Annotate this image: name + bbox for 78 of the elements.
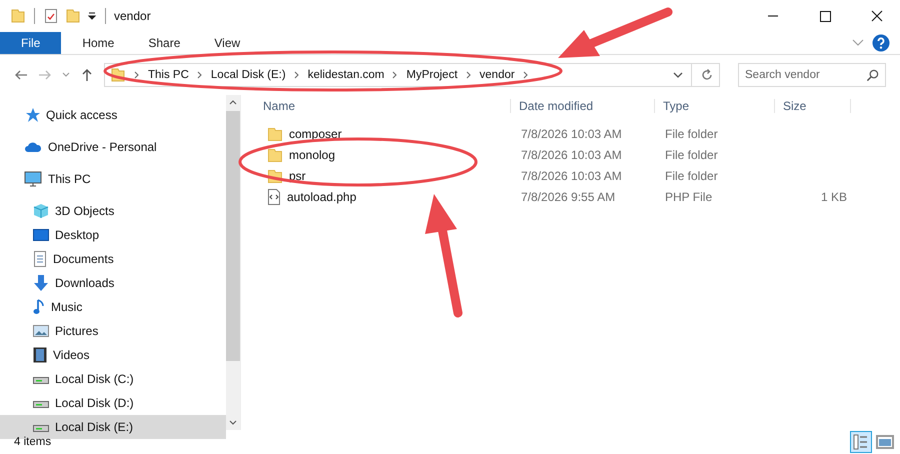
music-note-icon (33, 299, 45, 315)
window-title: vendor (114, 9, 151, 23)
ribbon-tab[interactable]: Home (69, 32, 128, 54)
recent-dropdown-icon[interactable] (62, 72, 70, 78)
drive-icon (33, 398, 49, 408)
chevron-icon[interactable] (522, 71, 529, 79)
chevron-icon[interactable] (196, 71, 203, 79)
breadcrumb[interactable]: MyProject (406, 69, 458, 81)
expand-ribbon-icon[interactable] (852, 39, 864, 47)
sidebar-item[interactable]: Pictures (0, 319, 226, 343)
document-icon (33, 251, 47, 267)
breadcrumb[interactable]: vendor (480, 69, 515, 81)
drive-icon (33, 374, 49, 384)
column-header[interactable]: Type (655, 99, 775, 113)
chevron-icon[interactable] (392, 71, 398, 79)
pictures-icon (33, 324, 49, 338)
star-icon (24, 107, 40, 123)
type-cell-text: File folder (664, 148, 719, 162)
sidebar-item[interactable]: Downloads (0, 271, 226, 295)
breadcrumb[interactable]: Local Disk (E:) (210, 69, 286, 81)
help-icon[interactable] (872, 34, 890, 52)
cube-icon (33, 203, 49, 219)
sidebar-item[interactable]: Music (0, 295, 226, 319)
search-icon (866, 69, 879, 82)
cloud-icon (24, 141, 42, 153)
dropdown-icon[interactable] (87, 11, 97, 21)
column-header[interactable]: Date modified (511, 99, 655, 113)
properties-icon[interactable] (43, 8, 59, 24)
item-count: 4 items (14, 436, 52, 448)
chevron-icon[interactable] (134, 71, 140, 79)
date-cell-text: 7/8/2026 9:55 AM (520, 190, 616, 204)
chevron-icon[interactable] (294, 71, 300, 79)
details-view-icon[interactable] (850, 431, 872, 453)
scroll-up-icon[interactable] (229, 99, 237, 105)
download-icon (33, 275, 49, 291)
film-icon (33, 347, 47, 363)
sidebar-item[interactable]: Desktop (0, 223, 226, 247)
column-header[interactable]: Name (255, 99, 511, 113)
chevron-icon[interactable] (466, 71, 472, 79)
ribbon-tab[interactable]: View (201, 32, 254, 54)
scroll-down-icon[interactable] (229, 420, 237, 426)
scrollbar[interactable] (226, 95, 240, 430)
date-cell-text: 7/8/2026 10:03 AM (520, 148, 623, 162)
address-bar[interactable]: This PC Local Disk (E:) kelidestan.com MyProject vendor (104, 63, 720, 87)
ribbon-tab[interactable]: Share (135, 32, 194, 54)
monitor-icon (24, 171, 42, 187)
type-cell-text: PHP File (664, 190, 714, 204)
desktop-icon (33, 228, 49, 242)
sidebar-item[interactable]: Documents (0, 247, 226, 271)
dropdown-icon[interactable] (673, 72, 683, 78)
search-field[interactable]: Search vendor (738, 63, 886, 87)
sidebar-item[interactable]: OneDrive - Personal (0, 135, 226, 159)
file-name[interactable]: monolog (289, 148, 336, 162)
column-header[interactable]: Size (775, 99, 851, 113)
size-cell: 1 KB (820, 190, 847, 204)
type-cell-text: File folder (664, 126, 719, 140)
sidebar-item[interactable]: 3D Objects (0, 199, 226, 223)
folder-icon (267, 126, 283, 142)
drive-icon (33, 422, 49, 432)
date-cell-text: 7/8/2026 10:03 AM (520, 168, 623, 182)
sidebar-item[interactable]: Local Disk (D:) (0, 391, 226, 415)
back-icon[interactable] (14, 68, 28, 82)
sidebar-item[interactable]: Quick access (0, 103, 226, 127)
sidebar-item[interactable]: Videos (0, 343, 226, 367)
large-icons-view-icon[interactable] (876, 435, 894, 449)
refresh-icon[interactable] (700, 68, 714, 82)
folder-icon (267, 146, 283, 162)
date-cell-text: 7/8/2026 10:03 AM (520, 126, 623, 140)
breadcrumb[interactable]: kelidestan.com (308, 69, 384, 81)
sidebar-item[interactable]: This PC (0, 167, 226, 191)
ribbon-tab[interactable]: File (0, 32, 62, 54)
file-name[interactable]: composer (289, 126, 342, 140)
code-file-icon (267, 188, 281, 204)
file-name[interactable]: autoload.php (287, 190, 356, 204)
sidebar-item[interactable]: Local Disk (C:) (0, 367, 226, 391)
breadcrumb[interactable]: This PC (148, 69, 189, 81)
type-cell-text: File folder (664, 168, 719, 182)
up-icon[interactable] (80, 68, 94, 82)
